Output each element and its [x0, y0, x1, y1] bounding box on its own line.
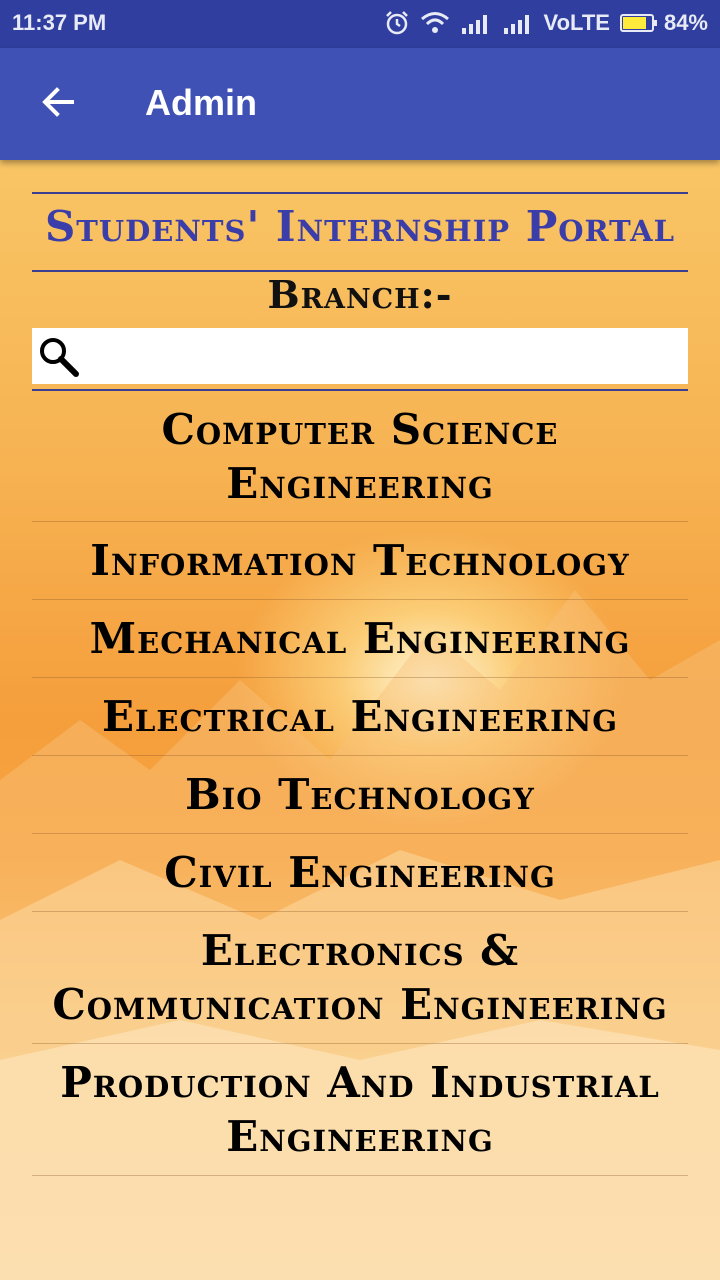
app-bar: Admin: [0, 48, 720, 160]
status-bar: 11:37 PM VoLTE 84%: [0, 0, 720, 48]
status-time: 11:37 PM: [12, 10, 107, 35]
search-input[interactable]: [82, 328, 688, 384]
alarm-icon: [384, 10, 410, 36]
branch-item-bio-technology[interactable]: Bio Technology: [32, 756, 688, 834]
branch-item-information-technology[interactable]: Information Technology: [32, 522, 688, 600]
branch-item-electrical[interactable]: Electrical Engineering: [32, 678, 688, 756]
branch-item-computer-science[interactable]: Computer Science Engineering: [32, 392, 688, 522]
branch-label: Branch:-: [267, 272, 453, 317]
status-icons: VoLTE 84%: [384, 10, 708, 36]
branch-item-electronics-communication[interactable]: Electronics & Communication Engineering: [32, 912, 688, 1044]
branch-item-civil[interactable]: Civil Engineering: [32, 834, 688, 912]
divider-search: [32, 389, 688, 391]
back-button[interactable]: [28, 74, 88, 134]
divider-top: [32, 192, 688, 194]
branch-item-mechanical[interactable]: Mechanical Engineering: [32, 600, 688, 678]
network-label: VoLTE: [543, 10, 610, 35]
signal-icon: [460, 12, 492, 34]
arrow-back-icon: [40, 84, 76, 125]
signal-icon: [502, 12, 534, 34]
wifi-icon: [420, 11, 450, 35]
content-area: Students' Internship Portal Branch:- Com…: [0, 160, 720, 1280]
portal-title: Students' Internship Portal: [44, 202, 676, 251]
search-box[interactable]: [32, 328, 688, 384]
battery-icon: [619, 14, 657, 32]
search-icon[interactable]: [34, 332, 82, 380]
branch-list: Computer Science Engineering Information…: [32, 392, 688, 1176]
app-title: Admin: [145, 82, 257, 123]
battery-percent: 84%: [663, 10, 708, 35]
branch-item-production-industrial[interactable]: Production And Industrial Engineering: [32, 1044, 688, 1176]
